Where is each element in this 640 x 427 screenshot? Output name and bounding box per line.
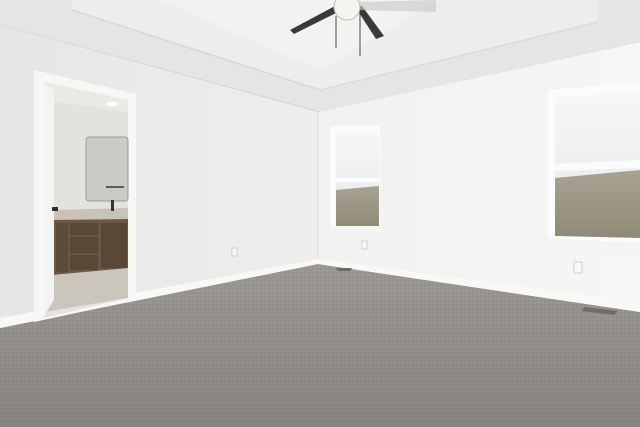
vanity-countertop: [52, 208, 128, 220]
outlet-center: [361, 240, 368, 250]
bedroom-photo: [0, 0, 640, 427]
outlet-right: [573, 261, 583, 274]
floor-vent-center: [336, 268, 352, 271]
recessed-light: [106, 101, 118, 107]
window-right: [544, 82, 640, 254]
door-handle: [52, 207, 58, 211]
open-door: [44, 84, 54, 316]
bathroom-mirror: [85, 136, 129, 202]
window-center: [328, 126, 382, 232]
outlet-left: [231, 247, 238, 257]
bathroom-doorway: [34, 70, 136, 322]
fan-blade-back: [356, 0, 436, 12]
faucet: [111, 200, 114, 211]
